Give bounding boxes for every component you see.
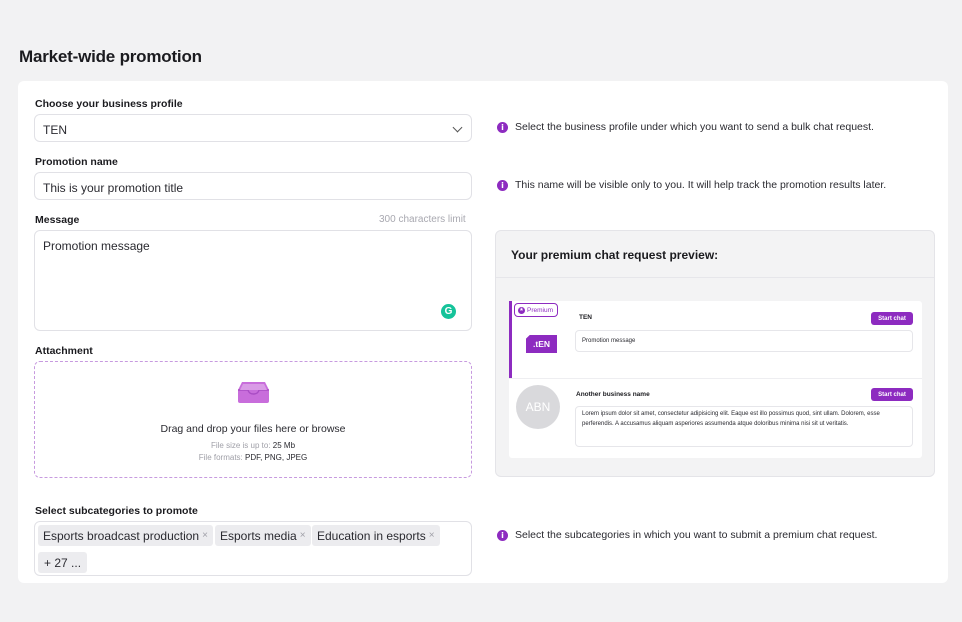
avatar: ABN <box>516 385 560 429</box>
start-chat-button[interactable]: Start chat <box>871 312 913 325</box>
tag-label: Esports broadcast production <box>43 528 200 543</box>
business-profile-hint-text: Select the business profile under which … <box>515 121 874 133</box>
message-char-limit: 300 characters limit <box>379 214 466 225</box>
file-size-prefix: File size is up to: <box>210 441 271 450</box>
info-icon: i <box>497 529 508 541</box>
promotion-name-hint: i This name will be visible only to you.… <box>497 179 886 191</box>
subcategories-label: Select subcategories to promote <box>35 505 198 517</box>
file-formats-value: PDF, PNG, JPEG <box>245 453 308 462</box>
business-profile-value: TEN <box>43 123 67 137</box>
file-formats-prefix: File formats: <box>198 453 243 462</box>
grammarly-icon[interactable]: G <box>441 304 456 319</box>
premium-star-icon: ★ <box>518 306 525 314</box>
message-value: Promotion message <box>43 239 150 253</box>
message-textarea[interactable]: Promotion message G <box>34 230 472 331</box>
attachment-dropzone[interactable]: Drag and drop your files here or browse … <box>34 361 472 478</box>
promotion-name-label: Promotion name <box>35 156 118 168</box>
inbox-tray-icon <box>238 382 269 403</box>
preview-list: ★ Premium .tEN TEN Start chat Promotion … <box>509 301 922 458</box>
start-chat-button[interactable]: Start chat <box>871 388 913 401</box>
tag-label: Esports media <box>220 528 297 543</box>
close-icon[interactable]: × <box>300 530 306 541</box>
subcategory-tag[interactable]: Esports media × <box>215 525 311 546</box>
dropzone-text: Drag and drop your files here or browse <box>160 423 346 435</box>
business-profile-select[interactable]: TEN <box>34 114 472 142</box>
message-label: Message <box>35 214 80 226</box>
subcategory-tag[interactable]: Education in esports × <box>312 525 440 546</box>
premium-indicator-bar <box>509 301 512 378</box>
premium-badge: ★ Premium <box>514 303 559 317</box>
info-icon: i <box>497 121 508 133</box>
chat-request-preview: Your premium chat request preview: ★ Pre… <box>495 230 935 477</box>
preview-message: Promotion message <box>575 330 913 352</box>
premium-badge-label: Premium <box>527 306 554 314</box>
subcategory-tag[interactable]: Esports broadcast production × <box>38 525 213 546</box>
attachment-label: Attachment <box>35 345 93 357</box>
promotion-name-hint-text: This name will be visible only to you. I… <box>515 179 887 191</box>
chevron-down-icon <box>452 122 463 133</box>
close-icon[interactable]: × <box>429 530 435 541</box>
promotion-name-value: This is your promotion title <box>43 181 184 195</box>
preview-divider <box>509 378 922 379</box>
business-profile-label: Choose your business profile <box>35 98 183 110</box>
preview-header: Your premium chat request preview: <box>496 231 934 278</box>
other-business-name: Another business name <box>576 391 650 398</box>
preview-business-name: TEN <box>579 314 592 321</box>
file-formats-info: File formats: PDF, PNG, JPEG <box>35 453 471 462</box>
subcategories-select[interactable]: Esports broadcast production × Esports me… <box>34 521 472 576</box>
file-size-info: File size is up to: 25 Mb <box>35 441 471 450</box>
promotion-name-input[interactable]: This is your promotion title <box>34 172 472 200</box>
business-logo: .tEN <box>526 335 557 353</box>
more-tags-indicator[interactable]: + 27 ... <box>38 552 88 573</box>
close-icon[interactable]: × <box>202 530 208 541</box>
subcategories-hint-text: Select the subcategories in which you wa… <box>515 529 878 541</box>
preview-title: Your premium chat request preview: <box>511 248 719 262</box>
tag-label: Education in esports <box>317 528 426 543</box>
other-business-message: Lorem ipsum dolor sit amet, consectetur … <box>575 406 913 447</box>
subcategories-hint: i Select the subcategories in which you … <box>497 529 877 541</box>
page-title: Market-wide promotion <box>19 47 202 66</box>
business-profile-hint: i Select the business profile under whic… <box>497 121 874 133</box>
file-size-value: 25 Mb <box>272 441 296 450</box>
info-icon: i <box>497 179 508 191</box>
